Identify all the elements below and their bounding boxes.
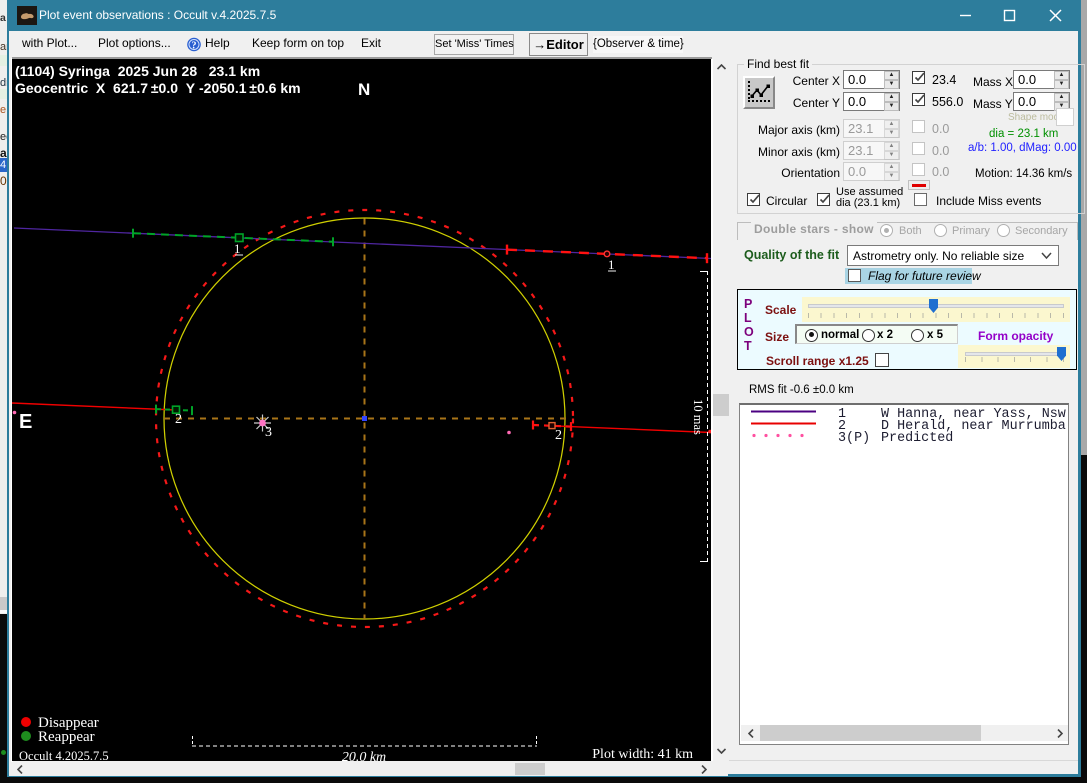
- svg-text:2: 2: [175, 412, 182, 427]
- svg-text:(1104) Syringa 2025 Jun 28: (1104) Syringa 2025 Jun 28 23.1 km: [15, 63, 260, 79]
- svg-text:Occult 4.2025.7.5: Occult 4.2025.7.5: [19, 749, 109, 761]
- svg-text:1: 1: [234, 241, 241, 256]
- svg-text:1: 1: [608, 257, 615, 272]
- svg-text:N: N: [358, 80, 370, 99]
- svg-text:Reappear: Reappear: [38, 729, 95, 745]
- svg-text:20.0 km: 20.0 km: [342, 750, 386, 761]
- svg-text:3(P): 3(P): [838, 431, 870, 446]
- svg-text:10 mas: 10 mas: [691, 399, 705, 435]
- svg-text:Plot width: 41 km: Plot width: 41 km: [592, 747, 693, 761]
- svg-text:3: 3: [265, 425, 272, 440]
- svg-text:2: 2: [555, 428, 562, 443]
- svg-text:?: ?: [192, 40, 197, 51]
- svg-text:Geocentric X 621.7 ±0.0 Y -: Geocentric X 621.7 ±0.0 Y -2050.1 ±0.6 k…: [15, 80, 301, 96]
- svg-text:Predicted: Predicted: [881, 431, 953, 446]
- svg-text:E: E: [19, 411, 32, 433]
